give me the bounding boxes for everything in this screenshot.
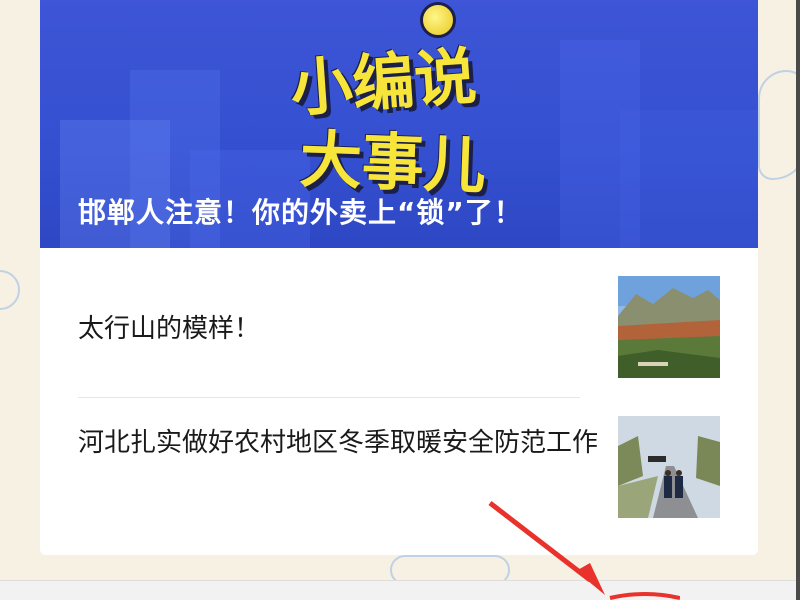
background-doodle <box>758 70 800 180</box>
article-title: 河北扎实做好农村地区冬季取暖安全防范工作 <box>78 428 599 458</box>
xiaobian-logo: 小编说 大事儿 <box>288 2 520 202</box>
screen-edge <box>796 0 800 600</box>
article-title: 太行山的模样！ <box>78 314 261 344</box>
headline-title: 邯郸人注意！你的外卖上“锁”了！ <box>78 196 523 229</box>
annotation-arrow-icon <box>488 501 680 600</box>
article-card: 小编说 大事儿 邯郸人注意！你的外卖上“锁”了！ 太行山的模样！ 河北扎实做好农… <box>40 0 758 555</box>
bottom-toolbar <box>0 580 800 600</box>
list-item[interactable]: 太行山的模样！ <box>78 276 720 380</box>
headline-banner[interactable]: 小编说 大事儿 邯郸人注意！你的外卖上“锁”了！ <box>40 0 758 248</box>
divider <box>78 397 580 398</box>
mountain-thumbnail <box>618 276 720 378</box>
background-doodle <box>0 270 20 310</box>
